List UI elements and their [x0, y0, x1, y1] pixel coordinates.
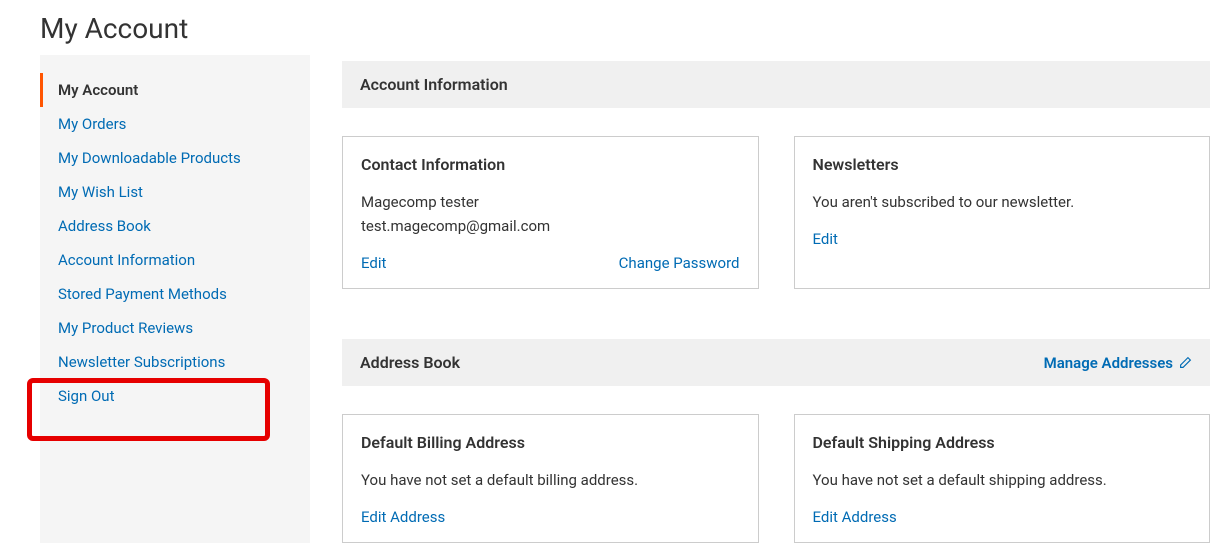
newsletters-title: Newsletters	[813, 155, 1192, 174]
billing-address-message: You have not set a default billing addre…	[361, 468, 740, 492]
sidebar-item-address-book[interactable]: Address Book	[40, 209, 310, 243]
sidebar-item-my-account[interactable]: My Account	[40, 73, 310, 107]
sidebar-item-my-downloadable-products[interactable]: My Downloadable Products	[40, 141, 310, 175]
contact-information-card: Contact Information Magecomp tester test…	[342, 136, 759, 289]
account-information-header: Account Information	[342, 61, 1210, 108]
contact-email: test.magecomp@gmail.com	[361, 217, 550, 235]
section-header-label: Address Book	[360, 353, 460, 372]
sidebar-item-newsletter-subscriptions[interactable]: Newsletter Subscriptions	[40, 345, 310, 379]
sidebar-item-label: My Product Reviews	[58, 319, 193, 337]
edit-shipping-address-link[interactable]: Edit Address	[813, 508, 897, 526]
section-header-label: Account Information	[360, 75, 508, 94]
sidebar-item-label: Account Information	[58, 251, 195, 269]
sidebar-item-stored-payment-methods[interactable]: Stored Payment Methods	[40, 277, 310, 311]
contact-name: Magecomp tester	[361, 193, 479, 211]
sidebar-item-label: My Account	[58, 81, 138, 99]
billing-address-title: Default Billing Address	[361, 433, 740, 452]
address-book-header: Address Book Manage Addresses	[342, 339, 1210, 386]
change-password-link[interactable]: Change Password	[619, 254, 740, 272]
contact-information-title: Contact Information	[361, 155, 740, 174]
sidebar-item-label: My Wish List	[58, 183, 143, 201]
shipping-address-title: Default Shipping Address	[813, 433, 1192, 452]
newsletters-message: You aren't subscribed to our newsletter.	[813, 190, 1192, 214]
sidebar-item-account-information[interactable]: Account Information	[40, 243, 310, 277]
sidebar-item-label: My Orders	[58, 115, 126, 133]
main-content: Account Information Contact Information …	[342, 55, 1230, 543]
manage-addresses-label: Manage Addresses	[1044, 354, 1173, 372]
billing-address-card: Default Billing Address You have not set…	[342, 414, 759, 543]
sidebar-item-my-wish-list[interactable]: My Wish List	[40, 175, 310, 209]
sidebar-item-label: My Downloadable Products	[58, 149, 241, 167]
shipping-address-card: Default Shipping Address You have not se…	[794, 414, 1211, 543]
page-title: My Account	[0, 0, 1230, 55]
edit-billing-address-link[interactable]: Edit Address	[361, 508, 445, 526]
pencil-icon	[1179, 356, 1192, 369]
edit-contact-link[interactable]: Edit	[361, 254, 386, 272]
edit-newsletters-link[interactable]: Edit	[813, 230, 838, 248]
sidebar-item-label: Sign Out	[58, 387, 114, 405]
sidebar-item-my-orders[interactable]: My Orders	[40, 107, 310, 141]
sidebar-item-label: Newsletter Subscriptions	[58, 353, 225, 371]
sidebar-item-label: Address Book	[58, 217, 151, 235]
sidebar-item-sign-out[interactable]: Sign Out	[40, 379, 310, 413]
sidebar-item-label: Stored Payment Methods	[58, 285, 227, 303]
manage-addresses-link[interactable]: Manage Addresses	[1044, 354, 1192, 372]
newsletters-card: Newsletters You aren't subscribed to our…	[794, 136, 1211, 289]
sidebar-item-my-product-reviews[interactable]: My Product Reviews	[40, 311, 310, 345]
shipping-address-message: You have not set a default shipping addr…	[813, 468, 1192, 492]
sidebar-nav: My Account My Orders My Downloadable Pro…	[40, 55, 310, 543]
